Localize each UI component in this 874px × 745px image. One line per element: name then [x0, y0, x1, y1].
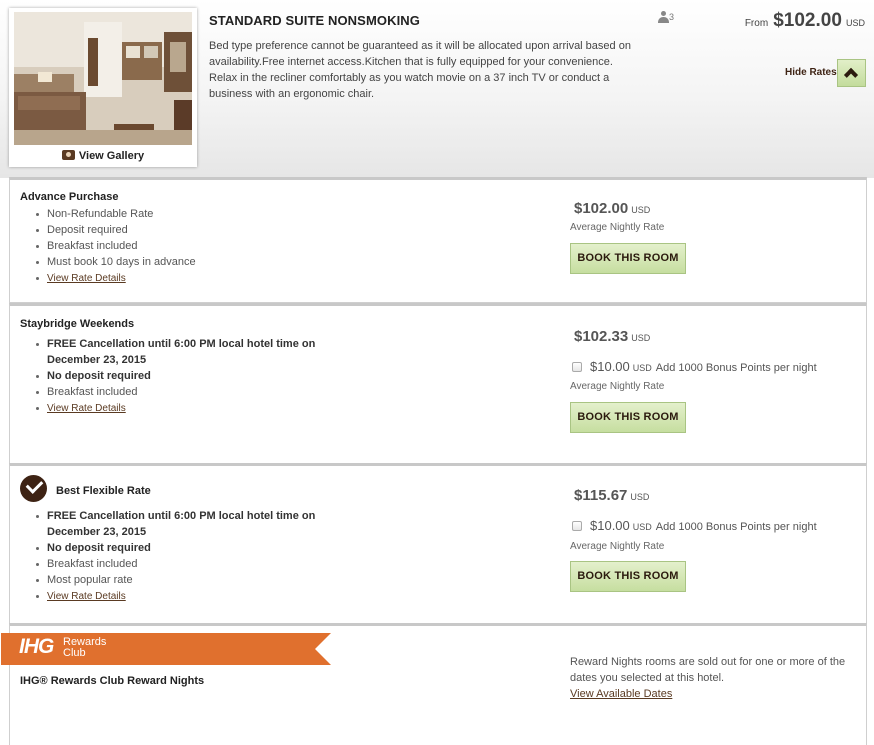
book-this-room-button[interactable]: BOOK THIS ROOM: [570, 561, 686, 592]
view-rate-details-item: View Rate Details: [20, 588, 340, 605]
reward-sold-out-notice: Reward Nights rooms are sold out for one…: [570, 654, 860, 702]
ihg-rewards-banner: IHG Rewards Club: [1, 633, 331, 665]
rate-features: Non-Refundable Rate Deposit required Bre…: [20, 206, 196, 287]
rate-name: Advance Purchase: [20, 191, 119, 203]
rate-name: Best Flexible Rate: [56, 485, 151, 497]
view-rate-details-link[interactable]: View Rate Details: [47, 591, 126, 602]
rate-features: FREE Cancellation until 6:00 PM local ho…: [20, 508, 340, 605]
rate-price: $102.00 USD: [574, 200, 650, 217]
view-gallery-link[interactable]: View Gallery: [9, 150, 197, 162]
rate-features: FREE Cancellation until 6:00 PM local ho…: [20, 336, 340, 417]
reward-nights-card: IHG Rewards Club IHG® Rewards Club Reward…: [1, 623, 867, 745]
rate-currency: USD: [630, 492, 650, 502]
rate-feature: No deposit required: [20, 540, 340, 556]
view-rate-details-item: View Rate Details: [20, 270, 196, 287]
room-photo[interactable]: [14, 12, 192, 145]
room-description: Bed type preference cannot be guaranteed…: [209, 40, 631, 100]
from-currency: USD: [845, 18, 865, 28]
from-amount: $102.00: [773, 10, 842, 31]
view-available-dates-link[interactable]: View Available Dates: [570, 688, 672, 700]
rate-amount: $102.00: [574, 200, 629, 217]
rate-currency: USD: [631, 205, 651, 215]
camera-icon: [61, 150, 75, 160]
bonus-points-checkbox[interactable]: [572, 362, 582, 372]
bonus-amount: $10.00: [590, 518, 630, 533]
rate-name: Staybridge Weekends: [20, 318, 135, 330]
book-this-room-button[interactable]: BOOK THIS ROOM: [570, 402, 686, 433]
average-nightly-rate-label: Average Nightly Rate: [570, 381, 665, 392]
average-nightly-rate-label: Average Nightly Rate: [570, 541, 665, 552]
view-rate-details-link[interactable]: View Rate Details: [47, 273, 126, 284]
hide-rates-button[interactable]: [837, 59, 866, 87]
view-gallery-label: View Gallery: [78, 150, 145, 162]
max-occupancy: 3: [658, 11, 674, 23]
rate-currency: USD: [631, 333, 651, 343]
average-nightly-rate-label: Average Nightly Rate: [570, 222, 665, 233]
reward-nights-title: IHG® Rewards Club Reward Nights: [20, 675, 205, 687]
bonus-points-text: Add 1000 Bonus Points per night: [655, 521, 817, 533]
person-icon: [658, 11, 669, 23]
rate-feature: Non-Refundable Rate: [20, 206, 196, 222]
rate-amount: $102.33: [574, 328, 629, 345]
occupancy-count: 3: [669, 12, 675, 22]
rate-price: $115.67 USD: [574, 487, 649, 504]
rate-feature: No deposit required: [20, 368, 340, 384]
rate-card-advance-purchase: Advance Purchase Non-Refundable Rate Dep…: [9, 177, 867, 303]
rate-amount: $115.67: [574, 487, 628, 504]
bonus-currency: USD: [632, 522, 652, 532]
rate-feature: Must book 10 days in advance: [20, 254, 196, 270]
chevron-up-icon: [843, 67, 859, 83]
rate-feature: Deposit required: [20, 222, 196, 238]
book-this-room-button[interactable]: BOOK THIS ROOM: [570, 243, 686, 274]
rate-feature: Most popular rate: [20, 572, 340, 588]
room-header: View Gallery STANDARD SUITE NONSMOKING B…: [0, 0, 874, 178]
rate-feature: Breakfast included: [20, 384, 340, 400]
rate-card-best-flexible-rate: Best Flexible Rate FREE Cancellation unt…: [9, 463, 867, 625]
rate-feature: FREE Cancellation until 6:00 PM local ho…: [20, 508, 340, 540]
ihg-rewards-club-text: Rewards Club: [63, 637, 106, 659]
bonus-points-option[interactable]: $10.00 USD Add 1000 Bonus Points per night: [572, 359, 817, 374]
bonus-points-checkbox[interactable]: [572, 521, 582, 531]
view-rate-details-link[interactable]: View Rate Details: [47, 403, 126, 414]
hide-rates-label[interactable]: Hide Rates: [785, 67, 837, 78]
sold-out-text: Reward Nights rooms are sold out for one…: [570, 656, 846, 684]
rate-feature: Breakfast included: [20, 556, 340, 572]
ihg-logo: IHG: [19, 635, 54, 658]
room-title: STANDARD SUITE NONSMOKING: [209, 13, 420, 28]
bonus-amount: $10.00: [590, 359, 630, 374]
rate-feature: Breakfast included: [20, 238, 196, 254]
bonus-currency: USD: [632, 363, 652, 373]
room-photo-card: View Gallery: [9, 8, 197, 167]
rate-price: $102.33 USD: [574, 328, 650, 345]
from-price: From $102.00 USD: [745, 10, 865, 32]
rate-feature: FREE Cancellation until 6:00 PM local ho…: [20, 336, 340, 368]
rate-card-staybridge-weekends: Staybridge Weekends FREE Cancellation un…: [9, 303, 867, 465]
from-label: From: [744, 18, 769, 29]
club-line: Club: [63, 647, 86, 659]
bonus-points-option[interactable]: $10.00 USD Add 1000 Bonus Points per night: [572, 518, 817, 533]
check-badge-icon: [20, 475, 47, 502]
room-photo-image: [14, 12, 192, 145]
view-rate-details-item: View Rate Details: [20, 400, 340, 417]
bonus-points-text: Add 1000 Bonus Points per night: [655, 362, 817, 374]
